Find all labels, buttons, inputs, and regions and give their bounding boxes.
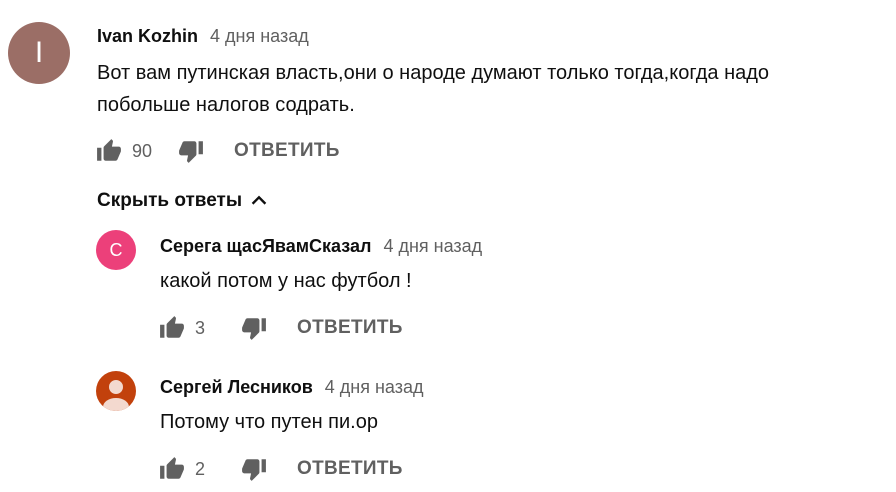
reply-actions: 3 ОТВЕТИТЬ bbox=[159, 313, 403, 343]
avatar-letter: I bbox=[34, 36, 44, 69]
person-icon bbox=[103, 380, 129, 411]
thumb-up-icon[interactable] bbox=[159, 456, 185, 482]
hide-replies-label: Скрыть ответы bbox=[97, 190, 243, 211]
reply-button[interactable]: ОТВЕТИТЬ bbox=[234, 140, 340, 162]
thumb-down-icon[interactable] bbox=[178, 138, 204, 164]
comment-text-line: Вот вам путинская власть,они о народе ду… bbox=[97, 62, 770, 84]
comment-header: Ivan Kozhin 4 дня назад bbox=[97, 26, 309, 47]
avatar[interactable]: С bbox=[96, 230, 136, 270]
thumb-down-icon[interactable] bbox=[241, 315, 267, 341]
thumb-up-icon[interactable] bbox=[159, 315, 185, 341]
like-count: 2 bbox=[195, 458, 206, 479]
avatar-letter: С bbox=[109, 239, 123, 260]
reply-actions: 2 ОТВЕТИТЬ bbox=[159, 454, 403, 484]
comment-text: Вот вам путинская власть,они о народе ду… bbox=[97, 57, 769, 121]
hide-replies-button[interactable]: Скрыть ответы bbox=[97, 190, 270, 212]
comment-time[interactable]: 4 дня назад bbox=[210, 26, 309, 47]
reply-text: какой потом у нас футбол ! bbox=[160, 270, 412, 292]
like-count: 90 bbox=[132, 140, 153, 161]
reply-header: Серега щасЯвамСказал 4 дня назад bbox=[160, 236, 482, 257]
avatar[interactable]: I bbox=[8, 22, 70, 84]
reply-time[interactable]: 4 дня назад bbox=[325, 377, 424, 398]
reply-button[interactable]: ОТВЕТИТЬ bbox=[297, 458, 403, 480]
reply-time[interactable]: 4 дня назад bbox=[383, 236, 482, 257]
reply-button[interactable]: ОТВЕТИТЬ bbox=[297, 317, 403, 339]
avatar[interactable] bbox=[96, 371, 136, 411]
reply-author[interactable]: Сергей Лесников bbox=[160, 377, 313, 398]
thumb-down-icon[interactable] bbox=[241, 456, 267, 482]
chevron-up-icon bbox=[251, 195, 267, 205]
comment-actions: 90 ОТВЕТИТЬ bbox=[96, 136, 340, 166]
comment-author[interactable]: Ivan Kozhin bbox=[97, 26, 198, 47]
thumb-up-icon[interactable] bbox=[96, 138, 122, 164]
reply-author[interactable]: Серега щасЯвамСказал bbox=[160, 236, 371, 257]
like-count: 3 bbox=[195, 317, 206, 338]
comment-text-line: побольше налогов содрать. bbox=[97, 94, 355, 116]
reply-text: Потому что путен пи.ор bbox=[160, 411, 378, 433]
reply-header: Сергей Лесников 4 дня назад bbox=[160, 377, 423, 398]
